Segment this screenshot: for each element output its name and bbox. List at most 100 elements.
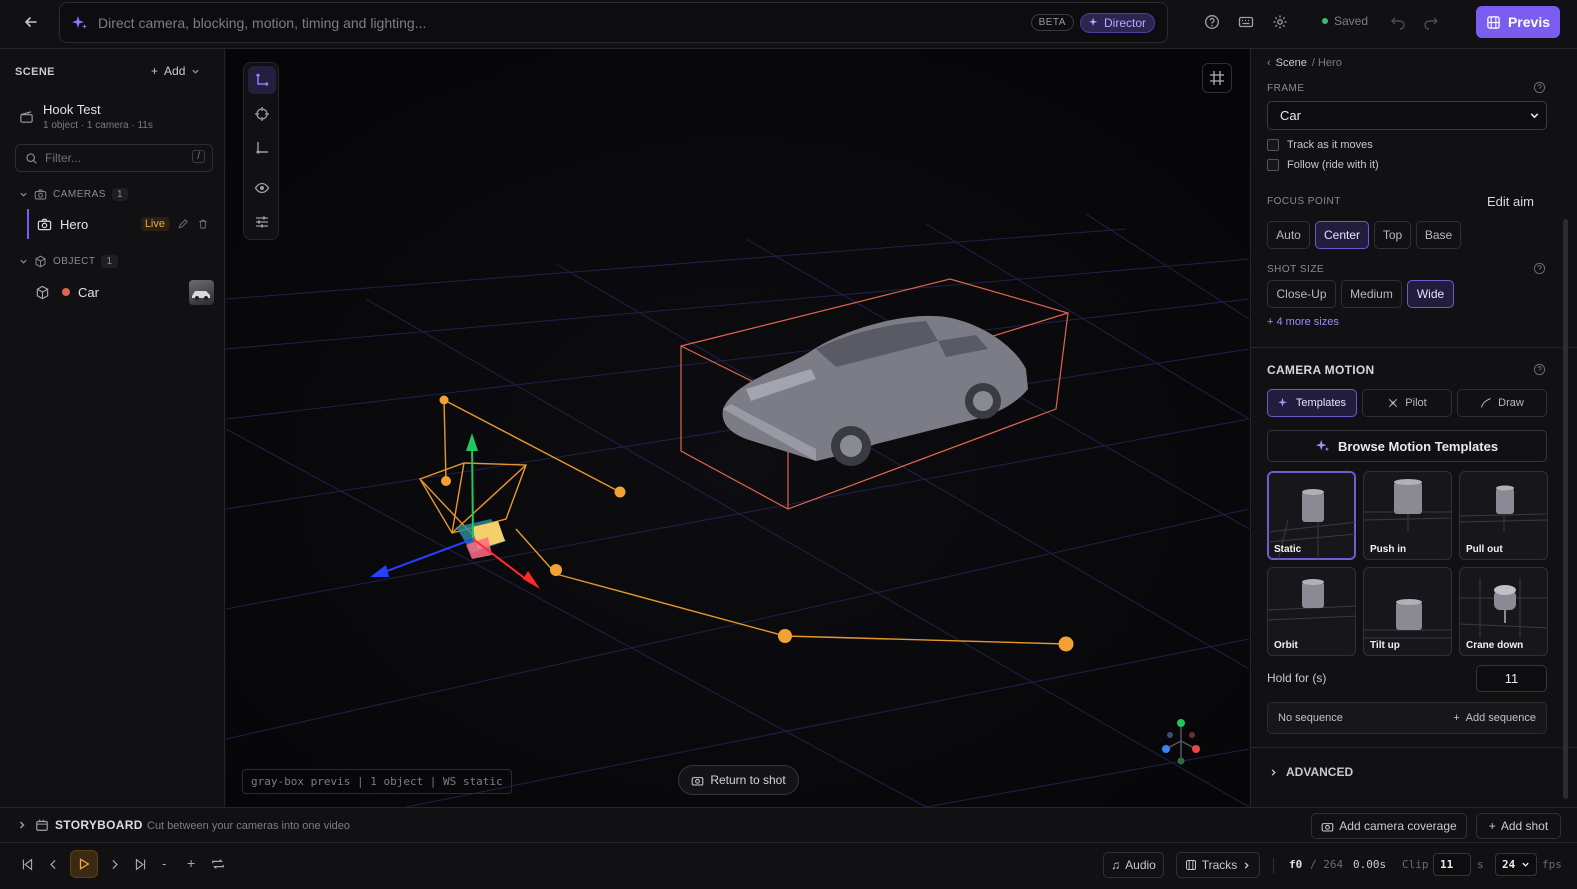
add-shot-button[interactable]: + Add shot xyxy=(1476,813,1561,839)
return-to-shot-button[interactable]: Return to shot xyxy=(678,765,799,795)
scene-canvas[interactable] xyxy=(226,49,1249,807)
object-color-dot xyxy=(62,288,70,296)
add-sequence-button[interactable]: + Add sequence xyxy=(1453,712,1536,724)
clip-length-input[interactable]: 11 xyxy=(1433,853,1471,876)
audio-button[interactable]: ♫ Audio xyxy=(1103,852,1164,878)
back-arrow-icon[interactable] xyxy=(17,8,45,36)
breadcrumb-hero: / Hero xyxy=(1311,57,1342,69)
film-icon xyxy=(1487,15,1500,29)
zoom-in-button[interactable]: + xyxy=(187,855,195,871)
edit-aim-button[interactable]: Edit aim xyxy=(1487,194,1534,209)
loop-icon[interactable] xyxy=(205,850,231,878)
advanced-toggle[interactable]: ADVANCED xyxy=(1269,765,1353,779)
filter-input[interactable]: Filter... / xyxy=(15,144,213,172)
template-card-tilt-up[interactable]: Tilt up xyxy=(1363,567,1452,656)
play-button[interactable] xyxy=(70,850,98,878)
clip-unit: s xyxy=(1477,858,1484,871)
chevron-right-icon[interactable] xyxy=(17,820,27,830)
focus-auto-button[interactable]: Auto xyxy=(1267,221,1310,249)
shot-medium-button[interactable]: Medium xyxy=(1341,280,1402,308)
storyboard-bar: STORYBOARD Cut between your cameras into… xyxy=(0,807,1577,843)
sparkle-icon xyxy=(72,15,88,31)
help-icon[interactable] xyxy=(1533,363,1546,376)
templates-tab[interactable]: Templates xyxy=(1267,389,1357,417)
chevron-down-icon xyxy=(1522,862,1529,867)
more-sizes-link[interactable]: + 4 more sizes xyxy=(1267,316,1339,328)
tracks-button[interactable]: Tracks xyxy=(1176,852,1260,878)
add-button[interactable]: + Add xyxy=(151,64,200,78)
checkbox-box[interactable] xyxy=(1267,139,1279,151)
breadcrumb-scene[interactable]: Scene xyxy=(1276,57,1307,69)
rotate-tool-icon[interactable] xyxy=(248,100,276,128)
focus-base-button[interactable]: Base xyxy=(1416,221,1461,249)
fps-label: fps xyxy=(1542,858,1562,871)
director-prompt-input[interactable]: Direct camera, blocking, motion, timing … xyxy=(59,2,1168,43)
template-card-orbit[interactable]: Orbit xyxy=(1267,567,1356,656)
camera-item-hero[interactable]: Hero Live xyxy=(27,209,217,239)
add-camera-coverage-button[interactable]: Add camera coverage xyxy=(1311,813,1467,839)
zoom-out-button[interactable]: - xyxy=(162,856,166,871)
step-back-icon[interactable] xyxy=(40,850,66,878)
template-card-pull-out[interactable]: Pull out xyxy=(1459,471,1548,560)
hold-input[interactable]: 11 xyxy=(1476,665,1547,692)
search-icon xyxy=(26,152,37,164)
template-card-static[interactable]: Static xyxy=(1267,471,1356,560)
saved-label: Saved xyxy=(1334,14,1369,28)
draw-tab[interactable]: Draw xyxy=(1457,389,1547,417)
axis-tool-icon[interactable] xyxy=(248,134,276,162)
director-mode-button[interactable]: Director xyxy=(1079,12,1155,33)
chevron-down-icon xyxy=(20,192,27,197)
frame-label: FRAME xyxy=(1267,83,1305,94)
shot-wide-button[interactable]: Wide xyxy=(1407,280,1454,308)
browse-templates-button[interactable]: Browse Motion Templates xyxy=(1267,430,1547,462)
pencil-icon[interactable] xyxy=(177,218,189,230)
fps-select[interactable]: 24 xyxy=(1495,853,1537,876)
pilot-label: Pilot xyxy=(1405,397,1427,409)
focus-top-button[interactable]: Top xyxy=(1374,221,1411,249)
object-item-car[interactable]: Car xyxy=(27,277,217,307)
object-count: 1 xyxy=(101,255,118,268)
move-tool-icon[interactable] xyxy=(248,66,276,94)
help-icon[interactable] xyxy=(1198,8,1226,36)
prompt-placeholder: Direct camera, blocking, motion, timing … xyxy=(98,14,427,31)
previs-label: Previs xyxy=(1507,14,1551,30)
focus-center-button[interactable]: Center xyxy=(1315,221,1369,249)
help-icon[interactable] xyxy=(1533,262,1546,275)
frame-select[interactable]: Car xyxy=(1267,101,1547,130)
object-group-header[interactable]: OBJECT 1 xyxy=(19,255,118,268)
skip-end-icon[interactable] xyxy=(127,850,153,878)
current-time: 0.00s xyxy=(1353,858,1387,871)
track-checkbox[interactable]: Track as it moves xyxy=(1267,139,1373,151)
pilot-tab[interactable]: Pilot xyxy=(1362,389,1452,417)
template-card-crane-down[interactable]: Crane down xyxy=(1459,567,1548,656)
director-label: Director xyxy=(1103,15,1146,30)
return-label: Return to shot xyxy=(710,773,786,787)
step-forward-icon[interactable] xyxy=(101,850,127,878)
current-frame: f0 xyxy=(1289,858,1303,871)
browse-label: Browse Motion Templates xyxy=(1337,438,1499,454)
cameras-group-header[interactable]: CAMERAS 1 xyxy=(19,188,129,201)
breadcrumb: ‹ Scene / Hero xyxy=(1267,57,1342,69)
redo-icon[interactable] xyxy=(1417,8,1445,36)
help-icon[interactable] xyxy=(1533,81,1546,94)
previs-button[interactable]: Previs xyxy=(1476,6,1560,38)
template-card-push-in[interactable]: Push in xyxy=(1363,471,1452,560)
sliders-icon[interactable] xyxy=(248,208,276,236)
gear-icon[interactable] xyxy=(1266,8,1294,36)
skip-start-icon[interactable] xyxy=(14,850,40,878)
curve-icon xyxy=(1481,398,1491,408)
draw-label: Draw xyxy=(1498,397,1524,409)
eye-icon[interactable] xyxy=(248,174,276,202)
follow-checkbox[interactable]: Follow (ride with it) xyxy=(1267,159,1379,171)
frame-grid-icon[interactable] xyxy=(1202,63,1232,93)
trash-icon[interactable] xyxy=(197,218,209,230)
keyboard-icon[interactable] xyxy=(1232,8,1260,36)
checkbox-box[interactable] xyxy=(1267,159,1279,171)
inspector-scrollbar[interactable] xyxy=(1563,219,1568,799)
undo-icon[interactable] xyxy=(1384,8,1412,36)
3d-viewport[interactable] xyxy=(226,49,1249,807)
chevron-left-icon[interactable]: ‹ xyxy=(1267,57,1271,69)
shot-closeup-button[interactable]: Close-Up xyxy=(1267,280,1336,308)
film-icon xyxy=(1185,860,1196,870)
plus-icon: + xyxy=(1453,712,1460,724)
